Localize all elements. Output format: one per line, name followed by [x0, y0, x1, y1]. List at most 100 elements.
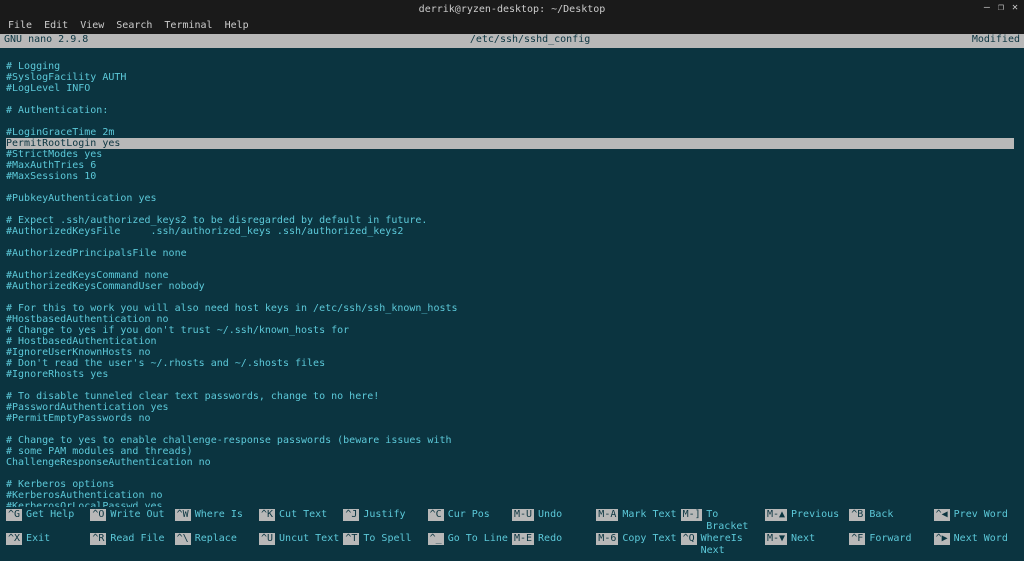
- shortcut-key: ^G: [6, 509, 22, 521]
- editor-line: #PermitEmptyPasswords no: [6, 413, 1018, 424]
- shortcut: ^JJustify: [343, 509, 427, 533]
- editor-line: [6, 50, 1018, 61]
- shortcut-key: ^T: [343, 533, 359, 545]
- shortcut: ^RRead File: [90, 533, 174, 557]
- shortcut: ^_Go To Line: [428, 533, 512, 557]
- shortcut-label: Copy Text: [622, 533, 676, 545]
- cursor-line: PermitRootLogin yes: [6, 138, 126, 149]
- menu-terminal[interactable]: Terminal: [164, 20, 212, 32]
- shortcut: M-U Undo: [512, 509, 596, 533]
- shortcut-key: M-6: [596, 533, 618, 545]
- shortcut-label: Next Word: [954, 533, 1008, 545]
- shortcut: ^◀Prev Word: [934, 509, 1018, 533]
- shortcut: ^▶Next Word: [934, 533, 1018, 557]
- shortcut: M-▲Previous: [765, 509, 849, 533]
- editor-line: # Change to yes if you don't trust ~/.ss…: [6, 325, 1018, 336]
- menu-file[interactable]: File: [8, 20, 32, 32]
- editor-line: [6, 116, 1018, 127]
- shortcut: M-E Redo: [512, 533, 596, 557]
- shortcut: M-6 Copy Text: [596, 533, 680, 557]
- window-controls: — ❐ ✕: [984, 2, 1018, 13]
- line-highlight-rest: [132, 138, 1014, 149]
- editor-line: #PubkeyAuthentication yes: [6, 193, 1018, 204]
- editor-line: # Kerberos options: [6, 479, 1018, 490]
- shortcut-key: ^C: [428, 509, 444, 521]
- editor-area[interactable]: # Logging#SyslogFacility AUTH#LogLevel I…: [0, 48, 1024, 507]
- shortcut-key: ^K: [259, 509, 275, 521]
- editor-line: #SyslogFacility AUTH: [6, 72, 1018, 83]
- shortcut-label: WhereIs Next: [701, 533, 765, 557]
- editor-line: [6, 237, 1018, 248]
- shortcut-key: ^B: [849, 509, 865, 521]
- maximize-icon[interactable]: ❐: [998, 2, 1004, 13]
- editor-line: [6, 292, 1018, 303]
- editor-line: #LogLevel INFO: [6, 83, 1018, 94]
- window-title: derrik@ryzen-desktop: ~/Desktop: [419, 4, 606, 15]
- editor-line: [6, 259, 1018, 270]
- minimize-icon[interactable]: —: [984, 2, 990, 13]
- editor-line: # Authentication:: [6, 105, 1018, 116]
- window-titlebar: derrik@ryzen-desktop: ~/Desktop — ❐ ✕: [0, 0, 1024, 18]
- editor-line: #AuthorizedKeysCommand none: [6, 270, 1018, 281]
- shortcut-label: Read File: [110, 533, 164, 545]
- shortcut-label: Exit: [26, 533, 50, 545]
- shortcut-key: ^W: [175, 509, 191, 521]
- editor-line: #StrictModes yes: [6, 149, 1018, 160]
- nano-status-bar: GNU nano 2.9.8 /etc/ssh/sshd_config Modi…: [0, 34, 1024, 48]
- menubar: File Edit View Search Terminal Help: [0, 18, 1024, 34]
- shortcut: ^W Where Is: [175, 509, 259, 533]
- editor-line: #HostbasedAuthentication no: [6, 314, 1018, 325]
- shortcut-key: ^\: [175, 533, 191, 545]
- shortcut-key: M-A: [596, 509, 618, 521]
- shortcut-row-2: ^X Exit ^RRead File^\Replace^U Uncut Text ^T…: [6, 533, 1018, 557]
- shortcut-key: ^J: [343, 509, 359, 521]
- editor-line: #AuthorizedKeysFile .ssh/authorized_keys…: [6, 226, 1018, 237]
- shortcut-label: Back: [869, 509, 893, 521]
- menu-help[interactable]: Help: [225, 20, 249, 32]
- shortcut-key: M-▼: [765, 533, 787, 545]
- shortcut-label: To Spell: [363, 533, 411, 545]
- shortcut-label: Redo: [538, 533, 562, 545]
- menu-search[interactable]: Search: [116, 20, 152, 32]
- editor-line: #IgnoreUserKnownHosts no: [6, 347, 1018, 358]
- shortcut: ^\Replace: [175, 533, 259, 557]
- shortcut-label: Where Is: [195, 509, 243, 521]
- shortcut-label: Undo: [538, 509, 562, 521]
- shortcut-label: Cur Pos: [448, 509, 490, 521]
- nano-version: GNU nano 2.9.8: [4, 34, 88, 48]
- editor-line: [6, 380, 1018, 391]
- shortcut: ^G Get Help: [6, 509, 90, 533]
- shortcut-key: ^Q: [681, 533, 697, 545]
- shortcut-key: M-U: [512, 509, 534, 521]
- shortcut-key: ^X: [6, 533, 22, 545]
- shortcut: ^B Back: [849, 509, 933, 533]
- shortcut-key: M-E: [512, 533, 534, 545]
- shortcut-label: Go To Line: [448, 533, 508, 545]
- shortcut-key: ^O: [90, 509, 106, 521]
- shortcut-label: Uncut Text: [279, 533, 339, 545]
- shortcut-key: M-]: [681, 509, 703, 521]
- menu-edit[interactable]: Edit: [44, 20, 68, 32]
- editor-line: #AuthorizedPrincipalsFile none: [6, 248, 1018, 259]
- shortcut: ^Q WhereIs Next: [681, 533, 765, 557]
- editor-line: # To disable tunneled clear text passwor…: [6, 391, 1018, 402]
- shortcut-label: Mark Text: [622, 509, 676, 521]
- editor-line: # HostbasedAuthentication: [6, 336, 1018, 347]
- shortcut-label: Forward: [869, 533, 911, 545]
- editor-line: # For this to work you will also need ho…: [6, 303, 1018, 314]
- nano-modified-status: Modified: [972, 34, 1020, 48]
- shortcut: ^FForward: [849, 533, 933, 557]
- shortcut-key: ^◀: [934, 509, 950, 521]
- nano-file-path: /etc/ssh/sshd_config: [88, 34, 972, 48]
- editor-line: # some PAM modules and threads): [6, 446, 1018, 457]
- editor-line: #PasswordAuthentication yes: [6, 402, 1018, 413]
- editor-line: # Don't read the user's ~/.rhosts and ~/…: [6, 358, 1018, 369]
- editor-line: [6, 204, 1018, 215]
- shortcut: M-▼Next: [765, 533, 849, 557]
- shortcut-label: Get Help: [26, 509, 74, 521]
- close-icon[interactable]: ✕: [1012, 2, 1018, 13]
- shortcut: ^X Exit: [6, 533, 90, 557]
- shortcut-key: ^U: [259, 533, 275, 545]
- editor-line: [6, 468, 1018, 479]
- menu-view[interactable]: View: [80, 20, 104, 32]
